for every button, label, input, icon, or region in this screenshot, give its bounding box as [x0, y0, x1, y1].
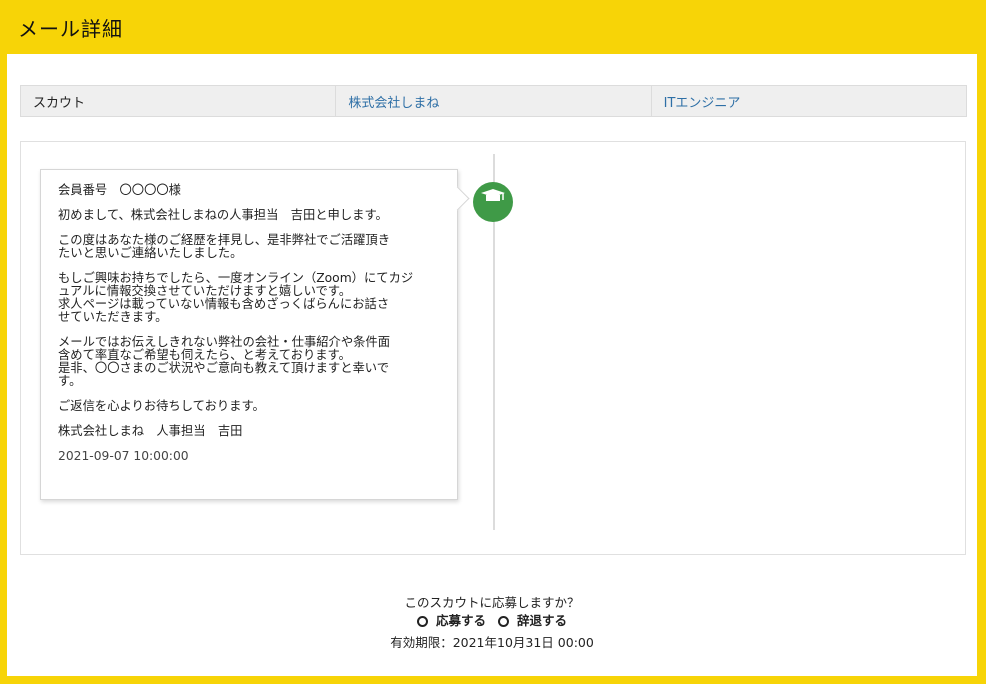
deadline-text: 有効期限：2021年10月31日 00:00	[390, 635, 594, 650]
company-link[interactable]: 株式会社しまね	[335, 86, 650, 116]
decline-radio[interactable]	[498, 615, 509, 627]
message-paragraph-3: メールではお伝えしきれない弊社の会社・仕事紹介や条件面 含めて率直なご希望も伺え…	[58, 336, 441, 388]
apply-question: このスカウトに応募しますか？	[404, 595, 580, 610]
message-line: たいと思いご連絡いたしました。	[58, 246, 243, 260]
message-paragraph-1: この度はあなた様のご経歴を拝見し、是非弊社でご活躍頂き たいと思いご連絡いたしま…	[58, 234, 441, 260]
page-title: メール詳細	[18, 16, 123, 41]
message-line: す。	[58, 374, 82, 388]
message-line: もしご興味お持ちでしたら、一度オンライン（Zoom）にてカジ	[58, 271, 414, 285]
company-avatar	[473, 182, 513, 222]
decline-option[interactable]: 辞退する	[498, 612, 567, 630]
decline-label: 辞退する	[517, 613, 568, 628]
apply-option[interactable]: 応募する	[416, 612, 486, 630]
message-bubble: 会員番号 〇〇〇〇様 初めまして、株式会社しまねの人事担当 吉田と申します。 こ…	[40, 169, 458, 500]
message-type: スカウト	[33, 95, 86, 111]
graduation-cap-icon	[481, 189, 505, 201]
message-timestamp: 2021-09-07 10:00:00	[58, 449, 189, 463]
message-closing: ご返信を心よりお待ちしております。	[58, 399, 265, 413]
message-signature: 株式会社しまね 人事担当 吉田	[58, 424, 243, 438]
main-content: スカウト 株式会社しまね ITエンジニア 会員番号 〇〇〇〇様 初めまして、株式…	[7, 54, 977, 676]
scout-info-bar: スカウト 株式会社しまね ITエンジニア	[20, 85, 967, 117]
message-greeting: 会員番号 〇〇〇〇様	[58, 183, 181, 197]
message-line: ュアルに情報交換させていただけますと嬉しいです。	[58, 284, 352, 298]
message-intro: 初めまして、株式会社しまねの人事担当 吉田と申します。	[58, 208, 388, 222]
message-line: 是非、〇〇さまのご状況やご意向も教えて頂けますと幸いで	[58, 361, 390, 375]
apply-radio[interactable]	[416, 615, 428, 627]
message-line: 含めて率直なご希望も伺えたら、と考えております。	[58, 348, 351, 362]
message-line: せていただきます。	[58, 310, 168, 324]
apply-label: 応募する	[435, 613, 486, 628]
page-header: メール詳細	[0, 0, 986, 54]
message-line: メールではお伝えしきれない弊社の会社・仕事紹介や条件面	[58, 335, 391, 349]
position-link[interactable]: ITエンジニア	[650, 86, 966, 116]
message-paragraph-2: もしご興味お持ちでしたら、一度オンライン（Zoom）にてカジ ュアルに情報交換さ…	[58, 272, 441, 324]
message-panel: 会員番号 〇〇〇〇様 初めまして、株式会社しまねの人事担当 吉田と申します。 こ…	[20, 141, 966, 555]
message-line: この度はあなた様のご経歴を拝見し、是非弊社でご活躍頂き	[58, 233, 391, 247]
message-line: 求人ページは載っていない情報も含めざっくばらんにお話さ	[58, 297, 390, 311]
page-frame: メール詳細 スカウト 株式会社しまね ITエンジニア 会員番号 〇〇〇〇様 初め…	[0, 0, 986, 684]
response-choices: 応募する 辞退する	[7, 612, 977, 630]
